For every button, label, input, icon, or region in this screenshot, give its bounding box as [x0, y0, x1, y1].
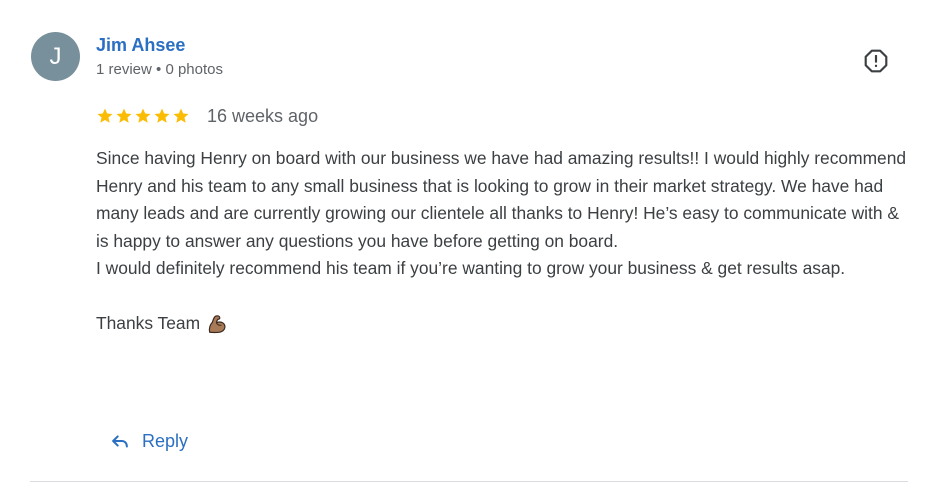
review-paragraph: Since having Henry on board with our bus… [96, 148, 907, 251]
star-icon [154, 108, 170, 123]
review-paragraph: I would definitely recommend his team if… [96, 258, 846, 278]
star-rating [96, 107, 190, 125]
divider [30, 481, 908, 482]
star-icon [173, 108, 189, 123]
review-signoff: Thanks Team [96, 310, 916, 338]
review-date: 16 weeks ago [207, 105, 319, 126]
reply-arrow-icon [112, 435, 128, 448]
avatar[interactable]: J [31, 32, 80, 81]
flexed-biceps-icon [208, 315, 226, 333]
reply-button[interactable]: Reply [103, 424, 194, 458]
star-icon [97, 108, 113, 123]
star-icon [116, 108, 132, 123]
reply-label: Reply [142, 430, 189, 451]
author-name[interactable]: Jim Ahsee [96, 35, 185, 56]
review-text: Since having Henry on board with our bus… [96, 145, 916, 338]
signoff-text: Thanks Team [96, 313, 201, 333]
author-meta: 1 review • 0 photos [96, 61, 223, 78]
rating-row: 16 weeks ago [96, 104, 318, 128]
report-flag-icon [864, 49, 888, 73]
report-review-button[interactable] [859, 44, 893, 78]
star-icon [135, 108, 151, 123]
